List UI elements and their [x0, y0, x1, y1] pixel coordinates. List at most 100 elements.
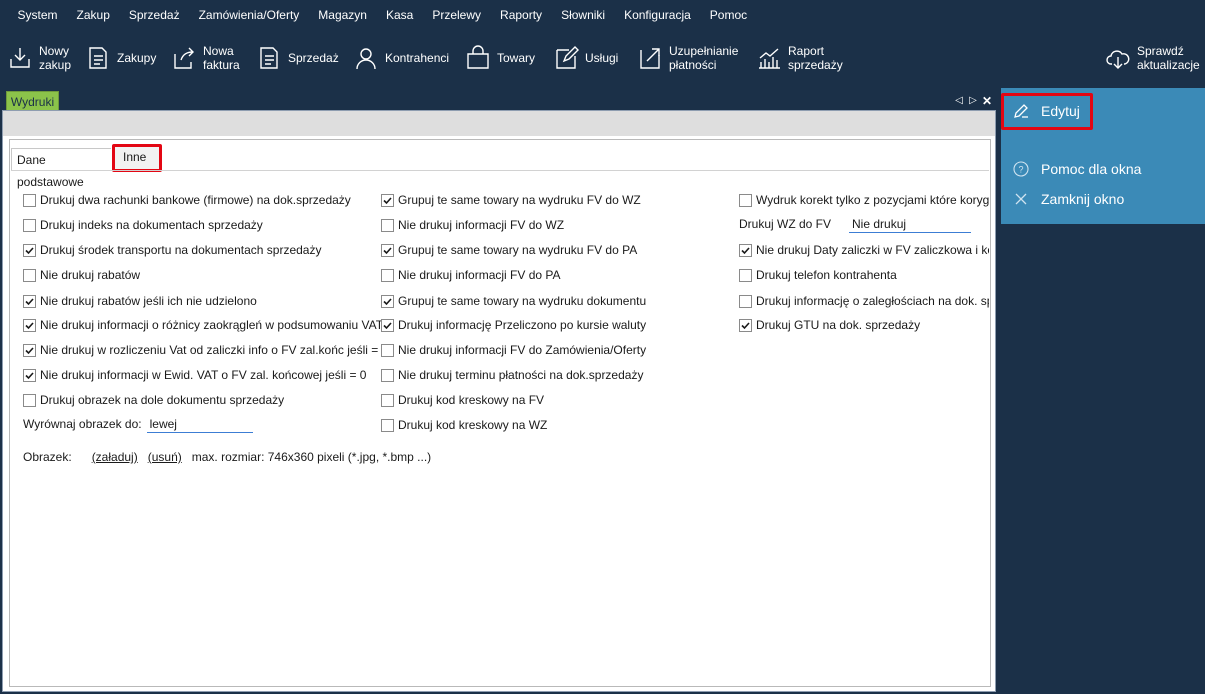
- checkbox[interactable]: [381, 318, 394, 332]
- user-icon: [352, 43, 380, 73]
- option-label: Nie drukuj informacji FV do PA: [398, 268, 561, 282]
- checkbox[interactable]: [739, 193, 752, 207]
- checkbox[interactable]: [23, 268, 36, 282]
- checkbox[interactable]: [381, 343, 394, 357]
- checkbox[interactable]: [739, 243, 752, 257]
- menu-system[interactable]: System: [8, 0, 67, 30]
- wz-to-fv-select[interactable]: Nie drukuj: [849, 215, 972, 233]
- purchases-button[interactable]: Zakupy: [84, 40, 156, 76]
- document-frame: Dane podstawowe Inne Drukuj dwa rachunki…: [2, 110, 996, 692]
- menu-magazyn[interactable]: Magazyn: [309, 0, 377, 30]
- option-label: Nie drukuj informacji FV do Zamówienia/O…: [398, 343, 647, 357]
- option-row[interactable]: Drukuj kod kreskowy na WZ: [381, 416, 547, 434]
- checkbox[interactable]: [381, 418, 394, 432]
- option-label: Nie drukuj terminu płatności na dok.sprz…: [398, 368, 644, 382]
- option-label: Nie drukuj informacji o różnicy zaokrągl…: [40, 318, 384, 332]
- menu-zamowienia[interactable]: Zamówienia/Oferty: [189, 0, 309, 30]
- goods-button[interactable]: Towary: [464, 40, 535, 76]
- option-row[interactable]: Nie drukuj informacji FV do PA: [381, 266, 561, 284]
- checkbox[interactable]: [23, 294, 36, 308]
- checkbox[interactable]: [23, 368, 36, 382]
- help-label: Pomoc dla okna: [1041, 161, 1142, 177]
- tab-inne[interactable]: Inne: [112, 144, 162, 172]
- checkbox[interactable]: [381, 368, 394, 382]
- services-button[interactable]: Usługi: [552, 40, 618, 76]
- checkbox[interactable]: [381, 393, 394, 407]
- option-label: Grupuj te same towary na wydruku FV do P…: [398, 243, 638, 257]
- tab-left-arrow-icon[interactable]: ◁: [954, 94, 964, 108]
- new-purchase-label: Nowy zakup: [39, 44, 72, 72]
- option-row[interactable]: Drukuj GTU na dok. sprzedaży: [739, 316, 920, 334]
- edit-label: Edytuj: [1041, 103, 1080, 119]
- option-row[interactable]: Grupuj te same towary na wydruku FV do P…: [381, 241, 637, 259]
- checkbox[interactable]: [23, 243, 36, 257]
- close-icon[interactable]: ✕: [982, 94, 992, 108]
- option-row[interactable]: Drukuj informację Przeliczono po kursie …: [381, 316, 646, 334]
- pencil-icon: [1013, 103, 1029, 119]
- tab-right-arrow-icon[interactable]: ▷: [968, 94, 978, 108]
- checkbox[interactable]: [381, 218, 394, 232]
- option-row[interactable]: Drukuj obrazek na dole dokumentu sprzeda…: [23, 391, 284, 409]
- menu-przelewy[interactable]: Przelewy: [423, 0, 491, 30]
- option-row[interactable]: Nie drukuj w rozliczeniu Vat od zaliczki…: [23, 341, 388, 359]
- option-row[interactable]: Drukuj kod kreskowy na FV: [381, 391, 544, 409]
- option-row[interactable]: Drukuj dwa rachunki bankowe (firmowe) na…: [23, 191, 351, 209]
- checkbox[interactable]: [23, 218, 36, 232]
- new-purchase-button[interactable]: Nowy zakup: [6, 40, 71, 76]
- option-row[interactable]: Drukuj środek transportu na dokumentach …: [23, 241, 321, 259]
- option-row[interactable]: Nie drukuj informacji FV do WZ: [381, 216, 564, 234]
- menu-konfiguracja[interactable]: Konfiguracja: [615, 0, 701, 30]
- payments-button[interactable]: Uzupełnianie płatności: [636, 40, 738, 76]
- checkbox[interactable]: [739, 294, 752, 308]
- close-window-button[interactable]: Zamknij okno: [1013, 191, 1124, 207]
- tab-dane-podstawowe[interactable]: Dane podstawowe: [11, 148, 111, 189]
- checkbox[interactable]: [739, 318, 752, 332]
- checkbox[interactable]: [23, 193, 36, 207]
- image-load-link[interactable]: (załaduj): [92, 450, 138, 464]
- menu-raporty[interactable]: Raporty: [491, 0, 552, 30]
- services-label: Usługi: [585, 51, 619, 65]
- checkbox[interactable]: [381, 268, 394, 282]
- align-image-row: Wyrównaj obrazek do: lewej: [23, 414, 253, 434]
- edit-button[interactable]: Edytuj: [1013, 103, 1080, 119]
- help-button[interactable]: ? Pomoc dla okna: [1013, 161, 1141, 177]
- option-row[interactable]: Nie drukuj informacji o różnicy zaokrągl…: [23, 316, 383, 334]
- action-sidebar: Edytuj ? Pomoc dla okna Zamknij okno: [1001, 88, 1205, 224]
- option-row[interactable]: Nie drukuj terminu płatności na dok.sprz…: [381, 366, 643, 384]
- checkbox[interactable]: [23, 318, 36, 332]
- option-row[interactable]: Drukuj indeks na dokumentach sprzedaży: [23, 216, 263, 234]
- checkbox[interactable]: [739, 268, 752, 282]
- image-remove-link[interactable]: (usuń): [148, 450, 182, 464]
- sales-button[interactable]: Sprzedaż: [255, 40, 339, 76]
- align-image-select[interactable]: lewej: [146, 415, 253, 433]
- checkbox[interactable]: [381, 294, 394, 308]
- option-row[interactable]: Drukuj informację o zaległościach na dok…: [739, 292, 989, 310]
- option-row[interactable]: Nie drukuj rabatów jeśli ich nie udzielo…: [23, 292, 257, 310]
- sales-report-button[interactable]: Raport sprzedaży: [755, 40, 843, 76]
- external-link-icon: [636, 43, 664, 73]
- check-updates-button[interactable]: Sprawdź aktualizacje: [1104, 40, 1200, 76]
- option-row[interactable]: Grupuj te same towary na wydruku dokumen…: [381, 292, 646, 310]
- checkbox[interactable]: [23, 393, 36, 407]
- option-row[interactable]: Drukuj telefon kontrahenta: [739, 266, 897, 284]
- checkbox[interactable]: [23, 343, 36, 357]
- document-tab[interactable]: Wydruki: [6, 91, 59, 111]
- contractors-button[interactable]: Kontrahenci: [352, 40, 449, 76]
- new-invoice-button[interactable]: Nowa faktura: [170, 40, 240, 76]
- checkbox[interactable]: [381, 193, 394, 207]
- option-row[interactable]: Wydruk korekt tylko z pozycjami które ko…: [739, 191, 989, 209]
- menu-sprzedaz[interactable]: Sprzedaż: [119, 0, 189, 30]
- options-panel: Drukuj dwa rachunki bankowe (firmowe) na…: [11, 170, 989, 683]
- option-row[interactable]: Nie drukuj rabatów: [23, 266, 140, 284]
- checkbox[interactable]: [381, 243, 394, 257]
- option-label: Nie drukuj informacji FV do WZ: [398, 218, 565, 232]
- menu-kasa[interactable]: Kasa: [376, 0, 422, 30]
- menu-pomoc[interactable]: Pomoc: [700, 0, 756, 30]
- option-row[interactable]: Nie drukuj informacji w Ewid. VAT o FV z…: [23, 366, 366, 384]
- option-row[interactable]: Grupuj te same towary na wydruku FV do W…: [381, 191, 641, 209]
- menu-zakup[interactable]: Zakup: [67, 0, 119, 30]
- option-label: Grupuj te same towary na wydruku dokumen…: [398, 294, 647, 308]
- option-row[interactable]: Nie drukuj Daty zaliczki w FV zaliczkowa…: [739, 241, 989, 259]
- menu-slowniki[interactable]: Słowniki: [552, 0, 615, 30]
- option-row[interactable]: Nie drukuj informacji FV do Zamówienia/O…: [381, 341, 646, 359]
